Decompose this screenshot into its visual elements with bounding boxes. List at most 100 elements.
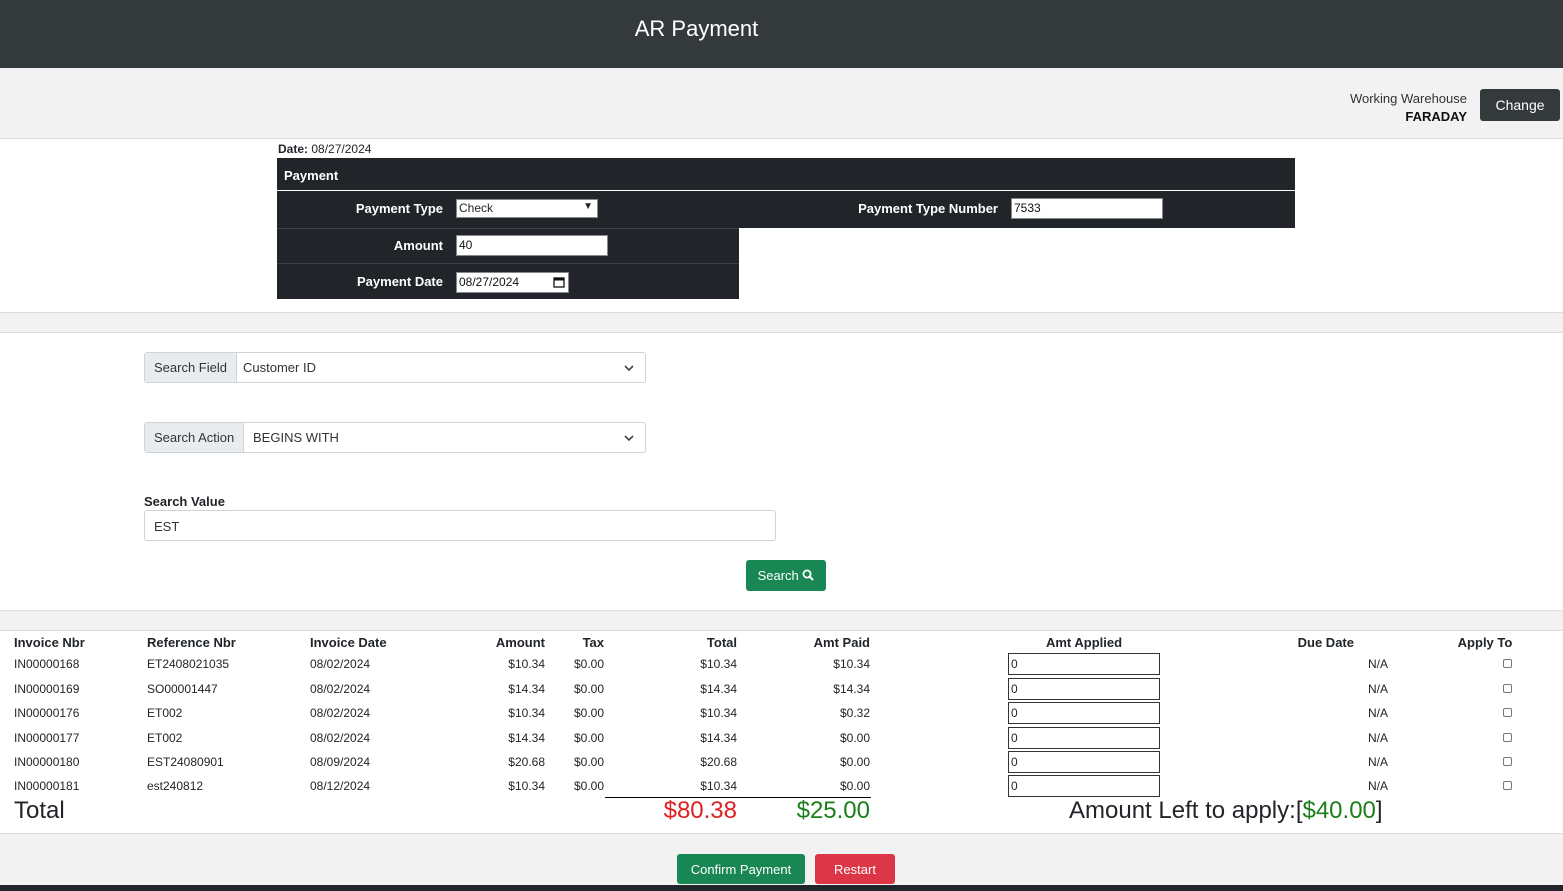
warehouse-label: Working Warehouse bbox=[1349, 91, 1467, 106]
chevron-down-icon bbox=[624, 365, 634, 372]
amt-applied-input[interactable]: 0 bbox=[1008, 751, 1160, 773]
amt-paid: $0.00 bbox=[839, 779, 870, 793]
invoice-nbr: IN00000181 bbox=[14, 779, 80, 793]
search-value-label: Search Value bbox=[144, 494, 225, 509]
amount: $20.68 bbox=[508, 755, 545, 769]
reference-nbr: SO00001447 bbox=[147, 682, 218, 696]
header-bar: AR Payment bbox=[0, 0, 1563, 68]
search-action-select[interactable]: Search Action BEGINS WITH bbox=[144, 422, 646, 453]
apply-to-checkbox[interactable] bbox=[1503, 659, 1512, 668]
amt-applied-input[interactable]: 0 bbox=[1008, 678, 1160, 700]
total: $20.68 bbox=[700, 755, 737, 769]
apply-to-checkbox[interactable] bbox=[1503, 757, 1512, 766]
total: $14.34 bbox=[700, 731, 737, 745]
total: $10.34 bbox=[700, 706, 737, 720]
apply-to-checkbox[interactable] bbox=[1503, 733, 1512, 742]
column-header: Amt Applied bbox=[1045, 635, 1123, 650]
confirm-payment-button[interactable]: Confirm Payment bbox=[677, 854, 805, 884]
tax: $0.00 bbox=[573, 657, 604, 671]
search-field-value: Customer ID bbox=[243, 360, 316, 375]
date-display: Date: 08/27/2024 bbox=[278, 142, 371, 156]
due-date: N/A bbox=[1367, 657, 1388, 671]
amt-applied-input[interactable]: 0 bbox=[1008, 702, 1160, 724]
chevron-down-icon: ▼ bbox=[583, 201, 593, 212]
due-date: N/A bbox=[1367, 731, 1388, 745]
apply-to-checkbox[interactable] bbox=[1503, 684, 1512, 693]
table-row: IN00000168 ET2408021035 08/02/2024 $10.3… bbox=[0, 653, 1563, 679]
search-action-label: Search Action bbox=[145, 423, 245, 452]
invoice-date: 08/02/2024 bbox=[310, 731, 371, 745]
amount-left-label: Amount Left to apply: bbox=[1069, 797, 1296, 824]
amt-applied-input[interactable]: 0 bbox=[1008, 653, 1160, 675]
apply-to-checkbox[interactable] bbox=[1503, 708, 1512, 717]
payment-date-input[interactable]: 08/27/2024 bbox=[456, 272, 569, 293]
amt-paid: $0.32 bbox=[839, 706, 870, 720]
bottom-strip bbox=[0, 885, 1563, 891]
payment-type-number-label: Payment Type Number bbox=[858, 201, 998, 216]
amt-applied-input[interactable]: 0 bbox=[1008, 727, 1160, 749]
payment-row-date: Payment Date 08/27/2024 bbox=[277, 263, 739, 299]
change-warehouse-button[interactable]: Change bbox=[1480, 89, 1560, 121]
amount: $10.34 bbox=[508, 657, 545, 671]
payment-type-select[interactable]: Check ▼ bbox=[456, 199, 598, 218]
column-header: Total bbox=[706, 635, 737, 650]
total-label: Total bbox=[14, 797, 65, 824]
reference-nbr: est240812 bbox=[147, 779, 204, 793]
search-field-label: Search Field bbox=[145, 353, 237, 382]
column-header: Due Date bbox=[1297, 635, 1354, 650]
reference-nbr: ET2408021035 bbox=[147, 657, 230, 671]
column-header: Invoice Nbr bbox=[14, 635, 85, 650]
invoice-date: 08/02/2024 bbox=[310, 682, 371, 696]
amount-label: Amount bbox=[393, 238, 443, 253]
table-row: IN00000177 ET002 08/02/2024 $14.34 $0.00… bbox=[0, 727, 1563, 753]
table-row: IN00000180 EST24080901 08/09/2024 $20.68… bbox=[0, 751, 1563, 777]
table-row: IN00000169 SO00001447 08/02/2024 $14.34 … bbox=[0, 678, 1563, 704]
search-button-label: Search bbox=[757, 568, 799, 583]
tax: $0.00 bbox=[573, 682, 604, 696]
payment-row-amount: Amount 40 bbox=[277, 228, 739, 263]
section-separator bbox=[0, 610, 1563, 631]
amount-input[interactable]: 40 bbox=[456, 235, 608, 256]
search-action-value: BEGINS WITH bbox=[253, 430, 339, 445]
column-header: Invoice Date bbox=[310, 635, 387, 650]
payment-date-value: 08/27/2024 bbox=[459, 275, 520, 289]
total: $10.34 bbox=[700, 779, 737, 793]
amount: $10.34 bbox=[508, 779, 545, 793]
payment-type-value: Check bbox=[459, 201, 494, 215]
section-separator bbox=[0, 312, 1563, 333]
payment-row-type: Payment Type Check ▼ Payment Type Number… bbox=[277, 191, 1295, 228]
table-row: IN00000176 ET002 08/02/2024 $10.34 $0.00… bbox=[0, 702, 1563, 728]
apply-to-checkbox[interactable] bbox=[1503, 781, 1512, 790]
invoice-date: 08/12/2024 bbox=[310, 779, 371, 793]
search-icon bbox=[802, 569, 815, 581]
reference-nbr: EST24080901 bbox=[147, 755, 224, 769]
invoice-nbr: IN00000177 bbox=[14, 731, 80, 745]
amt-applied-input[interactable]: 0 bbox=[1008, 775, 1160, 797]
amt-paid: $14.34 bbox=[833, 682, 870, 696]
payment-type-number-input[interactable]: 7533 bbox=[1011, 198, 1163, 219]
restart-button[interactable]: Restart bbox=[815, 854, 895, 884]
search-button[interactable]: Search bbox=[746, 560, 826, 591]
payment-date-label: Payment Date bbox=[357, 274, 443, 289]
invoice-nbr: IN00000180 bbox=[14, 755, 80, 769]
payment-heading: Payment bbox=[277, 158, 1295, 190]
reference-nbr: ET002 bbox=[147, 731, 183, 745]
due-date: N/A bbox=[1367, 682, 1388, 696]
page-title: AR Payment bbox=[634, 16, 759, 41]
column-header: Apply To bbox=[1457, 635, 1513, 650]
invoice-nbr: IN00000176 bbox=[14, 706, 80, 720]
date-label: Date: bbox=[278, 142, 309, 156]
calendar-icon[interactable] bbox=[553, 276, 565, 288]
due-date: N/A bbox=[1367, 755, 1388, 769]
search-value-input[interactable]: EST bbox=[144, 510, 776, 541]
total-paid: $25.00 bbox=[796, 797, 870, 824]
tax: $0.00 bbox=[573, 731, 604, 745]
search-field-select[interactable]: Search Field Customer ID bbox=[144, 352, 646, 383]
amt-paid: $10.34 bbox=[833, 657, 870, 671]
warehouse-bar: Working Warehouse FARADAY Change bbox=[0, 68, 1563, 139]
chevron-down-icon bbox=[624, 435, 634, 442]
amount-left-value: $40.00 bbox=[1302, 797, 1376, 824]
column-header: Tax bbox=[582, 635, 604, 650]
payment-type-label: Payment Type bbox=[355, 201, 443, 216]
date-value: 08/27/2024 bbox=[311, 142, 372, 156]
